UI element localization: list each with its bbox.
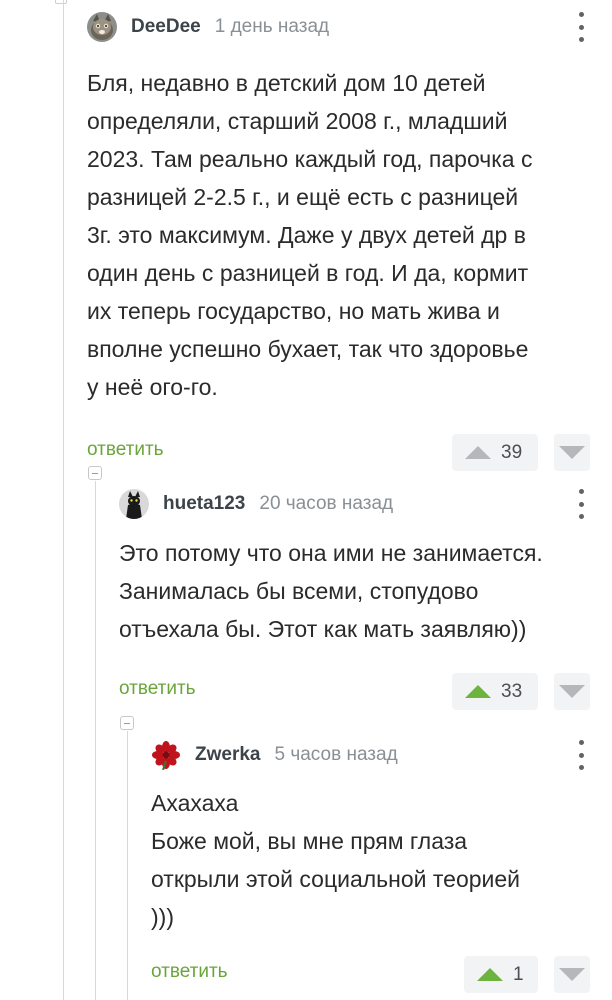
downvote-arrow-icon xyxy=(559,446,585,459)
comment-line: ))) xyxy=(151,904,174,930)
rating-score: 33 xyxy=(501,680,523,702)
comment-header: DeeDee 1 день назад xyxy=(87,10,590,44)
downvote-button[interactable] xyxy=(554,434,590,471)
comment-line: 3г. это максимум. Даже у двух детей др в xyxy=(87,222,526,248)
comment-line: определяли, старший 2008 г., младший xyxy=(87,108,508,134)
comment-line: один день с разницей в год. И да, кормит xyxy=(87,260,529,286)
comment-line: Ахахаха xyxy=(151,790,239,816)
thread-collapse-top[interactable] xyxy=(55,0,67,4)
downvote-button[interactable] xyxy=(554,956,590,993)
comment-footer: ответить 39 xyxy=(87,434,590,472)
comment-line: отъехала бы. Этот как мать заявляю)) xyxy=(119,616,527,642)
thread-line-level-1 xyxy=(63,0,64,1000)
upvote-arrow-icon xyxy=(465,685,491,698)
downvote-button[interactable] xyxy=(554,673,590,710)
comment-footer: ответить 1 xyxy=(151,956,590,994)
reply-link[interactable]: ответить xyxy=(119,678,196,700)
cat-photo-avatar[interactable] xyxy=(87,12,117,42)
comment-timestamp: 1 день назад xyxy=(214,16,330,37)
comment-line: Занималась бы всеми, стопудово xyxy=(119,578,479,604)
comment-line: 2023. Там реально каждый год, парочка с xyxy=(87,146,533,172)
comment-line: их теперь государство, но мать жива и xyxy=(87,298,500,324)
upvote-arrow-icon xyxy=(477,968,503,981)
author-name[interactable]: Zwerka xyxy=(195,744,260,766)
comment-line: Это потому что она ими не занимается. xyxy=(119,540,543,566)
comment-timestamp: 5 часов назад xyxy=(274,744,398,765)
downvote-arrow-icon xyxy=(559,968,585,981)
comment-line: вполне успешно бухает, так что здоровье xyxy=(87,336,529,362)
author-name[interactable]: hueta123 xyxy=(163,493,245,515)
comment-line: у неё ого-го. xyxy=(87,374,218,400)
comment-line: Бля, недавно в детский дом 10 детей xyxy=(87,70,486,96)
comment: DeeDee 1 день назад Бля, недавно в детск… xyxy=(87,10,590,472)
comment-header: hueta123 20 часов назад xyxy=(119,487,590,521)
comment-footer: ответить 33 xyxy=(119,673,590,711)
reply-link[interactable]: ответить xyxy=(87,439,164,461)
comment-header: Zwerka 5 часов назад xyxy=(151,738,590,772)
more-options-icon[interactable] xyxy=(578,740,584,770)
reply-link[interactable]: ответить xyxy=(151,961,228,983)
comment: Zwerka 5 часов назад Ахахаха Боже мой, в… xyxy=(151,738,590,994)
comment-line: Боже мой, вы мне прям глаза xyxy=(151,828,468,854)
black-cat-avatar[interactable] xyxy=(119,489,149,519)
upvote-button[interactable]: 39 xyxy=(452,434,538,471)
comment-text: Это потому что она ими не занимается. За… xyxy=(119,534,590,648)
thread-line-level-2 xyxy=(95,481,96,1000)
thread-line-level-3 xyxy=(127,731,128,1000)
comment-line: разницей 2-2.5 г., и ещё есть с разницей xyxy=(87,184,519,210)
upvote-button[interactable]: 1 xyxy=(464,956,538,993)
author-name[interactable]: DeeDee xyxy=(131,16,201,38)
collapse-thread-button[interactable] xyxy=(120,716,134,730)
comment: hueta123 20 часов назад Это потому что о… xyxy=(119,487,590,711)
comment-timestamp: 20 часов назад xyxy=(259,493,394,514)
rating-score: 39 xyxy=(501,441,523,463)
upvote-button[interactable]: 33 xyxy=(452,673,538,710)
red-flower-avatar[interactable] xyxy=(151,740,181,770)
comment-text: Бля, недавно в детский дом 10 детей опре… xyxy=(87,64,590,406)
comment-line: открыли этой социальной теорией xyxy=(151,866,521,892)
upvote-arrow-icon xyxy=(465,446,491,459)
more-options-icon[interactable] xyxy=(578,489,584,519)
downvote-arrow-icon xyxy=(559,685,585,698)
more-options-icon[interactable] xyxy=(578,12,584,42)
rating-score: 1 xyxy=(513,963,524,985)
comment-text: Ахахаха Боже мой, вы мне прям глаза откр… xyxy=(151,784,590,936)
